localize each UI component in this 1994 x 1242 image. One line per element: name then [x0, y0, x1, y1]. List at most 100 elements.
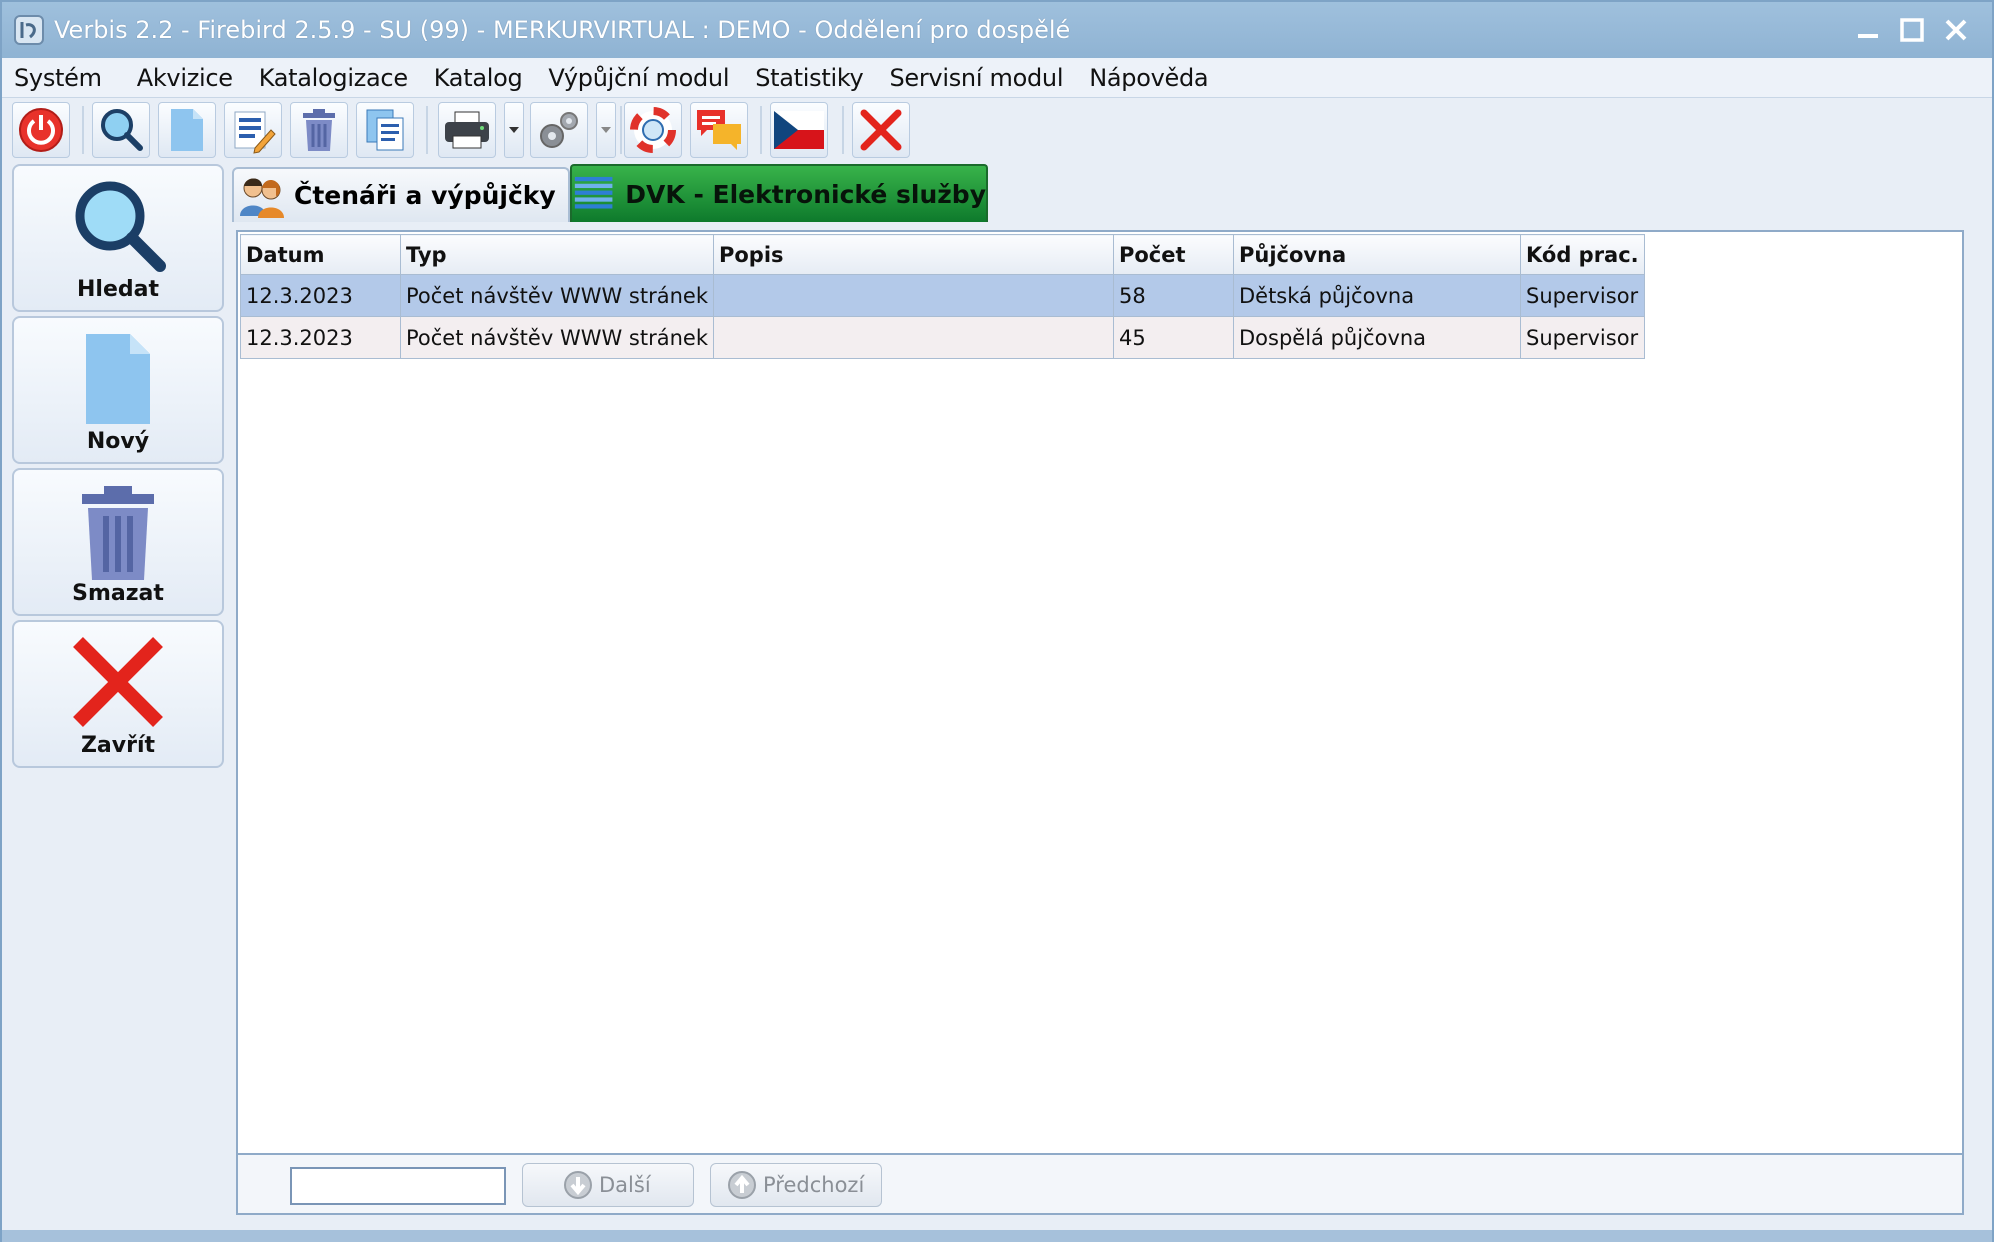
tab-dvk-label: DVK - Elektronické služby: [625, 179, 986, 209]
toolbar-edit-button[interactable]: [224, 102, 282, 158]
cell-kod-prac[interactable]: Supervisor: [1519, 274, 1645, 317]
sidebar-new-label: Nový: [86, 429, 150, 454]
table-row[interactable]: 12.3.2023 Počet návštěv WWW stránek 58 D…: [240, 274, 1645, 317]
menu-akvizice[interactable]: Akvizice: [115, 58, 246, 98]
search-icon: [75, 181, 166, 272]
tab-ctenari-label: Čtenáři a výpůjčky: [294, 181, 556, 210]
cell-datum[interactable]: 12.3.2023: [240, 316, 401, 359]
readers-icon: [240, 178, 284, 218]
previous-button-label: Předchozí: [763, 1173, 865, 1197]
menu-vypujcni-modul[interactable]: Výpůjční modul: [535, 58, 742, 98]
cell-typ[interactable]: Počet návštěv WWW stránek: [400, 274, 714, 317]
next-button[interactable]: Další: [522, 1163, 694, 1207]
sidebar-delete-label: Smazat: [72, 581, 164, 606]
column-header-popis[interactable]: Popis: [712, 234, 1114, 275]
menu-bar: Systém Akvizice Katalogizace Katalog Výp…: [2, 58, 1992, 98]
close-icon: [860, 109, 902, 151]
gears-icon: [540, 112, 578, 148]
menu-katalogizace[interactable]: Katalogizace: [246, 58, 421, 98]
column-header-datum[interactable]: Datum: [240, 234, 401, 275]
menu-servisni-modul[interactable]: Servisní modul: [876, 58, 1076, 98]
toolbar-search-button[interactable]: [92, 102, 150, 158]
power-icon: [19, 108, 63, 152]
toolbar-close-button[interactable]: [852, 102, 910, 158]
toolbar-settings-button[interactable]: [530, 102, 588, 158]
lifebuoy-icon: [630, 107, 676, 153]
close-window-icon[interactable]: [1940, 14, 1972, 46]
application-window: Verbis 2.2 - Firebird 2.5.9 - SU (99) - …: [0, 0, 1994, 1242]
trash-icon: [82, 486, 154, 580]
table-row[interactable]: 12.3.2023 Počet návštěv WWW stránek 45 D…: [240, 316, 1645, 359]
title-bar: Verbis 2.2 - Firebird 2.5.9 - SU (99) - …: [2, 2, 1992, 58]
toolbar-separator: [620, 106, 622, 154]
next-button-label: Další: [599, 1173, 651, 1197]
copy-document-icon: [366, 109, 404, 151]
cell-popis[interactable]: [712, 316, 1114, 359]
chevron-down-icon: [601, 127, 611, 133]
toolbar-separator: [760, 106, 762, 154]
list-icon: [574, 176, 613, 209]
cell-datum[interactable]: 12.3.2023: [240, 274, 401, 317]
cell-pocet[interactable]: 45: [1112, 316, 1234, 359]
cell-popis[interactable]: [712, 274, 1114, 317]
minimize-icon[interactable]: [1852, 14, 1884, 46]
sidebar-search-button[interactable]: Hledat: [12, 164, 224, 312]
printer-icon: [445, 111, 489, 149]
search-bar: Další Předchozí: [238, 1153, 1962, 1213]
toolbar-delete-button[interactable]: [290, 102, 348, 158]
verbis-app-icon: [14, 15, 44, 45]
czech-flag-icon: [774, 111, 824, 149]
toolbar-separator: [842, 106, 844, 154]
menu-katalog[interactable]: Katalog: [421, 58, 536, 98]
edit-document-icon: [234, 111, 276, 154]
toolbar-separator: [82, 106, 84, 154]
cell-pocet[interactable]: 58: [1112, 274, 1234, 317]
column-header-kod-prac[interactable]: Kód prac.: [1519, 234, 1645, 275]
toolbar-language-button[interactable]: [770, 102, 828, 158]
power-button[interactable]: [12, 102, 70, 158]
column-header-pocet[interactable]: Počet: [1112, 234, 1234, 275]
menu-statistiky[interactable]: Statistiky: [742, 58, 876, 98]
cell-typ[interactable]: Počet návštěv WWW stránek: [400, 316, 714, 359]
window-bottom-edge: [2, 1230, 1992, 1242]
cell-kod-prac[interactable]: Supervisor: [1519, 316, 1645, 359]
new-document-icon: [171, 109, 203, 151]
column-header-typ[interactable]: Typ: [400, 234, 714, 275]
trash-icon: [303, 109, 335, 151]
new-document-icon: [86, 334, 150, 424]
maximize-icon[interactable]: [1896, 14, 1928, 46]
toolbar-print-button[interactable]: [438, 102, 496, 158]
settings-dropdown-button[interactable]: [596, 102, 616, 158]
toolbar: [2, 98, 1992, 162]
column-header-pujcovna[interactable]: Půjčovna: [1232, 234, 1521, 275]
search-input[interactable]: [290, 1167, 506, 1205]
previous-button[interactable]: Předchozí: [710, 1163, 882, 1207]
sidebar-close-label: Zavřít: [80, 733, 156, 758]
sidebar-new-button[interactable]: Nový: [12, 316, 224, 464]
arrow-up-circle-icon: [728, 1171, 756, 1199]
content-panel: Datum Typ Popis Počet Půjčovna Kód prac.…: [236, 230, 1964, 1215]
toolbar-copy-button[interactable]: [356, 102, 414, 158]
cell-pujcovna[interactable]: Dětská půjčovna: [1232, 274, 1521, 317]
window-title: Verbis 2.2 - Firebird 2.5.9 - SU (99) - …: [54, 16, 1071, 44]
close-icon: [73, 637, 163, 727]
print-dropdown-button[interactable]: [504, 102, 524, 158]
data-grid: Datum Typ Popis Počet Půjčovna Kód prac.…: [240, 234, 1645, 359]
sidebar-close-button[interactable]: Zavřít: [12, 620, 224, 768]
tab-ctenari-a-vypujcky[interactable]: Čtenáři a výpůjčky: [232, 167, 570, 222]
toolbar-help-button[interactable]: [624, 102, 682, 158]
chevron-down-icon: [509, 127, 519, 133]
toolbar-chat-button[interactable]: [690, 102, 748, 158]
chat-icon: [697, 110, 741, 150]
sidebar-delete-button[interactable]: Smazat: [12, 468, 224, 616]
cell-pujcovna[interactable]: Dospělá půjčovna: [1232, 316, 1521, 359]
tab-dvk-elektronicke-sluzby[interactable]: DVK - Elektronické služby: [570, 164, 988, 222]
toolbar-new-button[interactable]: [158, 102, 216, 158]
grid-header-row: Datum Typ Popis Počet Půjčovna Kód prac.: [240, 234, 1645, 275]
arrow-down-circle-icon: [564, 1171, 592, 1199]
toolbar-separator: [426, 106, 428, 154]
search-icon: [101, 109, 143, 151]
sidebar-search-label: Hledat: [77, 277, 159, 302]
menu-napoveda[interactable]: Nápověda: [1076, 58, 1221, 98]
menu-system[interactable]: Systém: [2, 58, 115, 98]
